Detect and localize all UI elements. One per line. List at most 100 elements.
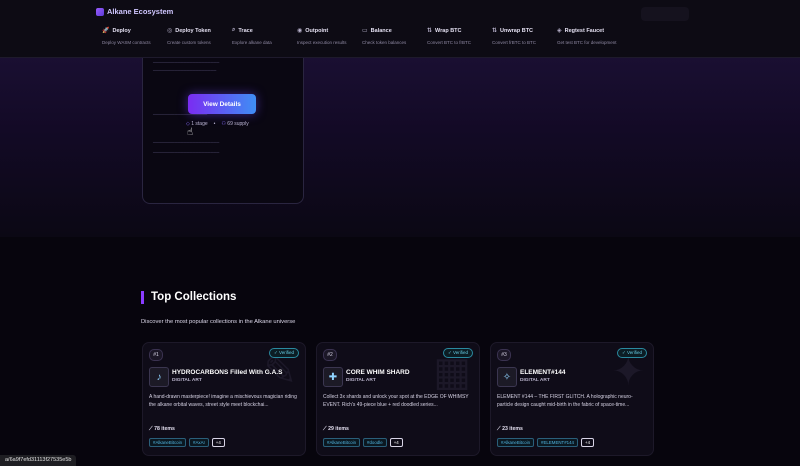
swap-icon: ⇅ xyxy=(427,28,433,34)
swap-icon: ⇅ xyxy=(492,28,498,34)
more-tags-button[interactable]: +4 xyxy=(581,438,595,447)
nav-item-title: ⌕ Trace xyxy=(232,27,297,34)
tag-list: #AlkaneBitcoin #ELEMENT#144 +4 xyxy=(497,438,595,447)
hand-cursor-icon: ☝ xyxy=(187,127,194,138)
tag-chip[interactable]: #AlkaneBitcoin xyxy=(323,438,361,447)
coins-icon: ◎ xyxy=(167,28,173,34)
nav-item[interactable]: ◉ Outpoint Inspect execution results xyxy=(297,27,362,46)
nav-item-label: Wrap BTC xyxy=(435,27,462,34)
nav-item-title: ▭ Balance xyxy=(362,27,427,35)
collection-category: DIGITAL ART xyxy=(520,378,550,383)
nav-item[interactable]: ▭ Balance Check token balances xyxy=(362,27,427,46)
collection-category: DIGITAL ART xyxy=(172,378,202,383)
nav-item-description: Deploy WASM contracts xyxy=(102,40,151,45)
collection-name: HYDROCARBONS Filled With G.A.S xyxy=(172,369,283,376)
tag-list: #AlkaneBitcoin #AxAI +4 xyxy=(149,438,225,447)
nav-item-label: Balance xyxy=(370,27,392,34)
hero-section xyxy=(0,57,800,237)
nav-item-title: 🚀 Deploy xyxy=(102,27,167,35)
alkane-logo-icon xyxy=(96,7,104,16)
collection-description: A hand-drawn masterpiece! imagine a misc… xyxy=(149,394,297,408)
tag-chip[interactable]: #AlkaneBitcoin xyxy=(497,438,535,447)
connect-wallet-button[interactable] xyxy=(641,7,689,21)
brand-name: Alkane Ecosystem xyxy=(107,7,174,16)
collection-card[interactable]: ▦ #2 ✓ Verified ✚ CORE WHIM SHARD DIGITAL ART… xyxy=(316,342,480,456)
chart-icon: ⟋ xyxy=(323,426,327,432)
nav-item-description: Convert frBTC to BTC xyxy=(492,40,537,45)
collection-stats: ◇ 1 stage • ⚇ 69 supply xyxy=(186,121,249,127)
verified-badge: ✓ Verified xyxy=(268,348,299,358)
users-icon: ⚇ xyxy=(221,121,226,127)
brand[interactable]: Alkane Ecosystem xyxy=(96,7,173,16)
chart-icon: ⟋ xyxy=(149,426,153,432)
collection-card[interactable]: ✎ #1 ✓ Verified ♪ HYDROCARBONS Filled With G… xyxy=(142,342,306,456)
nav-item[interactable]: ◈ Regtest Faucet Get test BTC for developm… xyxy=(557,27,622,46)
collection-thumbnail: ♪ xyxy=(149,367,169,387)
section-subtitle: Discover the most popular collections in… xyxy=(141,319,296,325)
nav-item-description: Create custom tokens xyxy=(167,40,211,45)
faded-text: ━━━━━━━━━━━━━━━━━━━━━━ xyxy=(153,150,220,156)
nav-item[interactable]: 🚀 Deploy Deploy WASM contracts xyxy=(102,27,167,46)
collection-description: Collect 3x shards and unlock your spot a… xyxy=(323,394,469,408)
verified-badge: ✓ Verified xyxy=(442,348,473,358)
tag-list: #AlkaneBitcoin #doodle +4 xyxy=(323,438,403,447)
item-count: ⟋ 23 items xyxy=(497,426,523,432)
collection-name: CORE WHIM SHARD xyxy=(346,369,410,376)
rocket-icon: 🚀 xyxy=(102,28,110,34)
collection-name: ELEMENT#144 xyxy=(520,369,566,376)
supply-stat: ⚇ 69 supply xyxy=(221,121,249,127)
rank-badge: #1 xyxy=(149,349,163,361)
view-details-button[interactable]: View Details xyxy=(188,94,256,114)
nav-item-description: Get test BTC for development xyxy=(557,40,617,45)
tag-chip[interactable]: #AxAI xyxy=(189,438,209,447)
nav-item[interactable]: ◎ Deploy Token Create custom tokens xyxy=(167,27,232,46)
verified-badge: ✓ Verified xyxy=(616,348,647,358)
rank-badge: #2 xyxy=(323,349,337,361)
collection-thumbnail: ✧ xyxy=(497,367,517,387)
tag-chip[interactable]: #AlkaneBitcoin xyxy=(149,438,187,447)
featured-collection-card[interactable]: ━━━━━━━━━━━━━━━━━━━━━━ ━━━━━━━━━━━━━━━━━… xyxy=(142,56,304,204)
outpoint-icon: ◉ xyxy=(297,28,303,34)
nav-item-label: Outpoint xyxy=(305,27,329,34)
nav-item-title: ⇅ Unwrap BTC xyxy=(492,27,557,35)
search-icon: ⌕ xyxy=(232,27,236,33)
more-tags-button[interactable]: +4 xyxy=(211,438,225,447)
rank-badge: #3 xyxy=(497,349,511,361)
status-bar-url: a/6a9f7efd31113f27535e5b xyxy=(0,455,77,466)
nav-item-label: Deploy xyxy=(112,27,131,34)
nav-menu: 🚀 Deploy Deploy WASM contracts ◎ Deploy Toke… xyxy=(102,27,622,45)
chart-icon: ⟋ xyxy=(497,426,501,432)
nav-item-label: Trace xyxy=(238,27,253,34)
nav-item-description: Convert BTC to frBTC xyxy=(427,40,472,45)
nav-item-title: ◈ Regtest Faucet xyxy=(557,27,622,35)
faded-text: ━━━━━━━━━━━━━━━━━━━━━ xyxy=(153,68,217,74)
faded-text: ━━━━━━━━━━━━━━━━━━━━━━ xyxy=(153,140,220,146)
tag-chip[interactable]: #doodle xyxy=(363,438,387,447)
collection-card[interactable]: ✦ #3 ✓ Verified ✧ ELEMENT#144 DIGITAL ART ELEM… xyxy=(490,342,654,456)
nav-item-description: Explore alkane data xyxy=(232,40,272,45)
item-count: ⟋ 29 items xyxy=(323,426,349,432)
item-count: ⟋ 78 items xyxy=(149,426,175,432)
faucet-icon: ◈ xyxy=(557,28,562,34)
faded-text: ━━━━━━━━━━━━━━━━━━━━━━ xyxy=(153,60,220,66)
tag-chip[interactable]: #ELEMENT#144 xyxy=(537,438,578,447)
nav-item[interactable]: ⌕ Trace Explore alkane data xyxy=(232,27,297,45)
collection-description: ELEMENT #144 – THE FIRST GLITCH. A holog… xyxy=(497,394,633,408)
nav-item-description: Inspect execution results xyxy=(297,40,347,45)
nav-item[interactable]: ⇅ Unwrap BTC Convert frBTC to BTC xyxy=(492,27,557,46)
wallet-icon: ▭ xyxy=(362,28,368,34)
nav-item-title: ◉ Outpoint xyxy=(297,27,362,35)
section-title: Top Collections xyxy=(141,291,236,304)
separator: • xyxy=(213,121,216,127)
collection-thumbnail: ✚ xyxy=(323,367,343,387)
nav-item-title: ◎ Deploy Token xyxy=(167,27,232,35)
nav-item-description: Check token balances xyxy=(362,40,407,45)
more-tags-button[interactable]: +4 xyxy=(389,438,403,447)
nav-item-label: Deploy Token xyxy=(175,27,211,34)
top-navigation: Alkane Ecosystem 🚀 Deploy Deploy WASM cont… xyxy=(0,0,800,58)
nav-item-label: Regtest Faucet xyxy=(564,27,605,34)
nav-item-label: Unwrap BTC xyxy=(500,27,534,34)
collection-category: DIGITAL ART xyxy=(346,378,376,383)
nav-item-title: ⇅ Wrap BTC xyxy=(427,27,492,35)
nav-item[interactable]: ⇅ Wrap BTC Convert BTC to frBTC xyxy=(427,27,492,46)
